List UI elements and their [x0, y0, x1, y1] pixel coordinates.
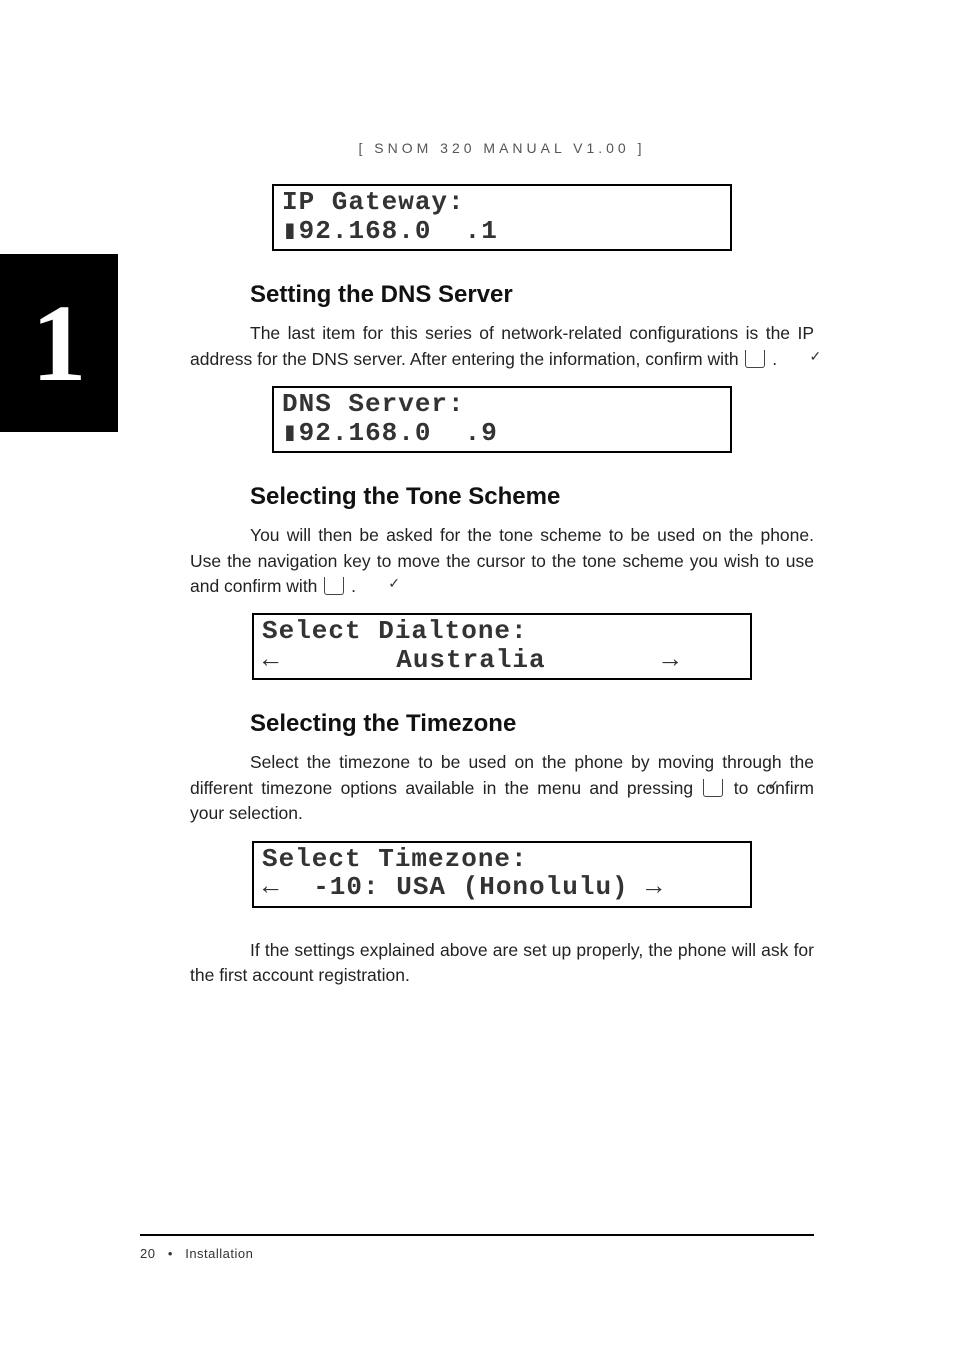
lcd-line: ▮92.168.0 .9 [282, 418, 498, 448]
arrow-right-icon: → [645, 873, 663, 902]
lcd-line: Select Timezone: [262, 844, 528, 874]
lcd-line: Australia [280, 645, 662, 675]
chapter-number-badge: 1 [0, 254, 118, 432]
running-header: [ SNOM 320 MANUAL V1.00 ] [190, 140, 814, 156]
header-manual: MANUAL [483, 140, 565, 156]
lcd-line: DNS Server: [282, 389, 465, 419]
ok-key-icon [324, 577, 344, 595]
header-product: SNOM [374, 140, 432, 156]
footer-rule [140, 1234, 814, 1236]
footer-text: 20 • Installation [140, 1246, 814, 1261]
lcd-select-dialtone: Select Dialtone: ← Australia → [252, 613, 752, 680]
heading-dns-server: Setting the DNS Server [250, 281, 814, 309]
lcd-line: Select Dialtone: [262, 616, 528, 646]
page-footer: 20 • Installation [140, 1234, 814, 1261]
lcd-line: -10: USA (Honolulu) [280, 872, 645, 902]
ok-key-icon [745, 350, 765, 368]
text: You will then be asked for the tone sche… [190, 525, 814, 596]
lcd-line: IP Gateway: [282, 187, 465, 217]
arrow-left-icon: ← [262, 873, 280, 902]
header-model: 320 [440, 140, 475, 156]
arrow-right-icon: → [662, 646, 680, 675]
bullet-icon: • [168, 1246, 173, 1261]
para-timezone: Select the timezone to be used on the ph… [190, 750, 814, 826]
para-tone: You will then be asked for the tone sche… [190, 523, 814, 599]
heading-tone-scheme: Selecting the Tone Scheme [250, 483, 814, 511]
lcd-ip-gateway: IP Gateway: ▮92.168.0 .1 [272, 184, 732, 251]
ok-key-icon [703, 779, 723, 797]
heading-timezone: Selecting the Timezone [250, 710, 814, 738]
page-number: 20 [140, 1246, 155, 1261]
para-dns: The last item for this series of network… [190, 321, 814, 372]
lcd-dns-server: DNS Server: ▮92.168.0 .9 [272, 386, 732, 453]
chapter-number: 1 [32, 280, 87, 407]
arrow-left-icon: ← [262, 646, 280, 675]
page: [ SNOM 320 MANUAL V1.00 ] 1 IP Gateway: … [0, 0, 954, 1351]
lcd-line: ▮92.168.0 .1 [282, 216, 498, 246]
footer-section: Installation [185, 1246, 253, 1261]
para-closing: If the settings explained above are set … [190, 938, 814, 989]
lcd-select-timezone: Select Timezone: ← -10: USA (Honolulu) → [252, 841, 752, 908]
text: The last item for this series of network… [190, 323, 814, 368]
header-version: V1.00 [573, 140, 630, 156]
